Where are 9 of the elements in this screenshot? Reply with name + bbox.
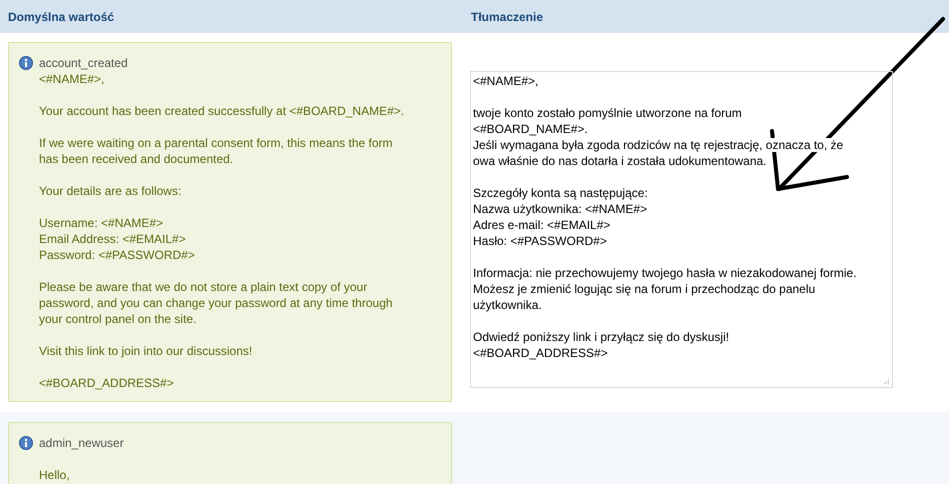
default-text: <#NAME#>, Your account has been created successfully at <#BOARD_NAME#>. If we were waiting on a parental consent form, this means the form has been received and documented. Your details are as follows: Username: <#NAME#> Email Address: <#EMAIL#> Password: <#PASSWORD#> Please be aware that we do not store a plain text copy of your password, and you can change your password at any time through your control panel on the site. Visit this link to join into our discussions! <#BOARD_ADDRESS#> [39, 71, 406, 391]
info-icon [19, 56, 33, 70]
string-key: account_created [39, 55, 128, 71]
info-icon [19, 436, 33, 450]
column-heading: Tłumaczenie [470, 10, 544, 24]
translation-field[interactable]: <#NAME#>, twoje konto zostało pomyślnie utworzone na forum <#BOARD_NAME#>. Jeśli wymagana była zgoda rodziców na tę rejestrację, oznacza to, że owa właśnie do nas dotarła i została udokumentowana. Szczegóły konta są następujące: Nazwa użytkownika: <#NAME#> Adres e-mail: <#EMAIL#> Hasło: <#PASSWORD#> Informacja: nie przechowujemy twojego hasła w niezakodowanej formie. Możesz je zmienić logując się na forum i przechodząc do panelu użytkownika. Odwiedź poniższy link i przyłącz się do dyskusji! <#BOARD_ADDRESS#> [470, 71, 893, 388]
default-text: Hello, [39, 467, 71, 483]
column-heading: Domyślna wartość [7, 10, 116, 24]
string-key: admin_newuser [39, 435, 124, 451]
